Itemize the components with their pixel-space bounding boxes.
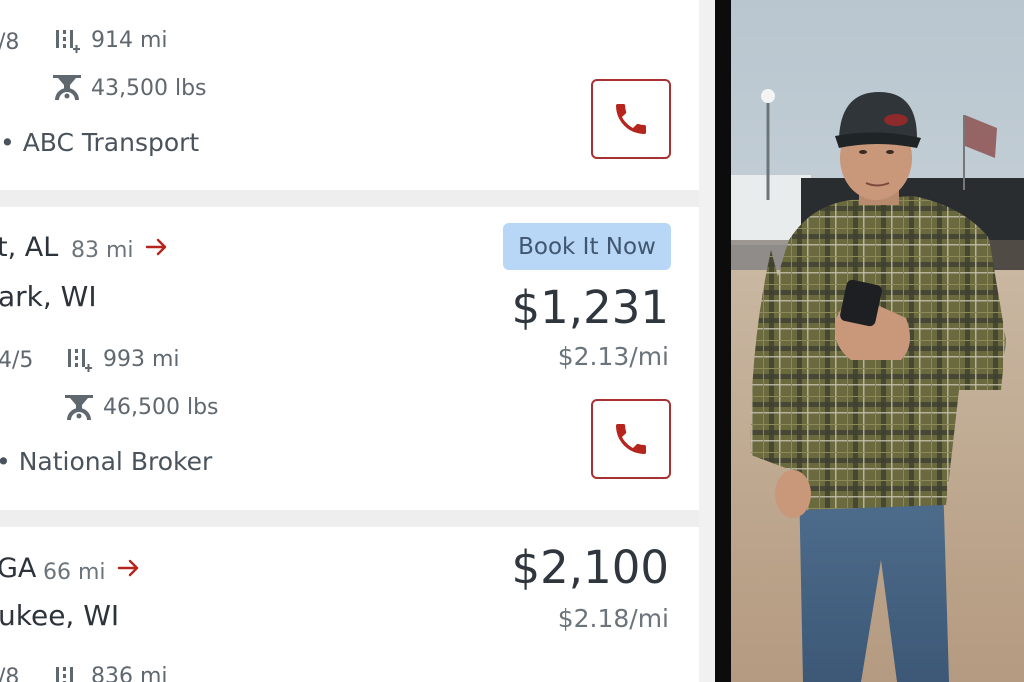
driver-photo: [731, 0, 1024, 682]
load-card[interactable]: /8 914 mi 43,500 lbs • ABC Transport: [0, 0, 699, 190]
load-origin: GA: [0, 553, 37, 584]
load-destination: ark, WI: [0, 280, 97, 313]
load-price: $1,231: [511, 281, 669, 334]
load-dates: /8: [0, 665, 20, 682]
weight-icon: [65, 395, 93, 420]
load-broker: • National Broker: [0, 447, 213, 476]
arrow-right-icon: [145, 238, 167, 256]
load-dates: 4/5: [0, 348, 34, 373]
call-button[interactable]: [591, 79, 671, 159]
call-button[interactable]: [591, 399, 671, 479]
distance-icon: [56, 667, 73, 682]
load-dates: /8: [0, 30, 20, 55]
load-distance: 993 mi: [103, 347, 180, 372]
load-price: $2,100: [511, 541, 669, 594]
load-deadhead: 83 mi: [71, 238, 134, 263]
load-deadhead: 66 mi: [43, 560, 106, 585]
distance-icon: [56, 30, 80, 53]
load-distance: 914 mi: [91, 28, 168, 53]
phone-icon: [616, 104, 646, 134]
load-card[interactable]: GA 66 mi ukee, WI $2,100 $2.18/mi /8 836…: [0, 527, 699, 682]
frame-edge: [715, 0, 731, 682]
load-list: /8 914 mi 43,500 lbs • ABC Transport t, …: [0, 0, 699, 682]
load-rate: $2.13/mi: [557, 342, 669, 371]
load-weight: 46,500 lbs: [103, 395, 219, 420]
load-broker: • ABC Transport: [0, 128, 200, 157]
panel-divider: [699, 0, 715, 682]
load-card[interactable]: t, AL 83 mi ark, WI Book It Now $1,231 $…: [0, 207, 699, 510]
load-rate: $2.18/mi: [557, 604, 669, 633]
load-origin: t, AL: [0, 232, 59, 263]
book-it-now-button[interactable]: Book It Now: [503, 223, 671, 270]
load-weight: 43,500 lbs: [91, 76, 207, 101]
arrow-right-icon: [117, 559, 139, 577]
load-destination: ukee, WI: [0, 599, 120, 632]
phone-icon: [616, 424, 646, 454]
distance-icon: [68, 349, 92, 372]
weight-icon: [53, 75, 81, 100]
load-distance: 836 mi: [91, 664, 168, 682]
